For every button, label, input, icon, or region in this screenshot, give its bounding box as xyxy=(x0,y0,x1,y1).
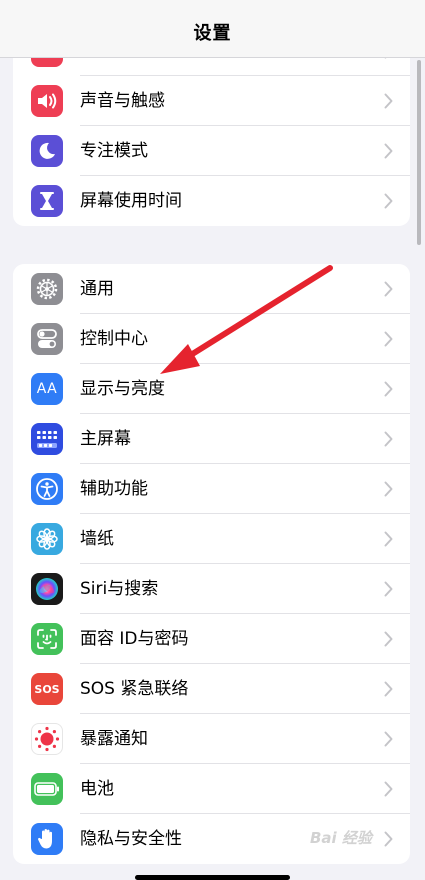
settings-row-label: 面容 ID与密码 xyxy=(80,629,189,649)
hand-icon xyxy=(31,823,63,855)
settings-row-label: 声音与触感 xyxy=(80,91,165,111)
chevron-right-icon xyxy=(384,331,393,347)
settings-row-sounds[interactable]: 声音与触感 xyxy=(13,76,410,126)
chevron-right-icon xyxy=(384,143,393,159)
settings-row-display-brightness[interactable]: AA 显示与亮度 xyxy=(13,364,410,414)
chevron-right-icon xyxy=(384,781,393,797)
chevron-right-icon xyxy=(384,681,393,697)
settings-row-accessibility[interactable]: 辅助功能 xyxy=(13,464,410,514)
text-size-icon: AA xyxy=(31,373,63,405)
settings-row-label: 通用 xyxy=(80,279,114,299)
chevron-right-icon xyxy=(384,193,393,209)
toggles-icon xyxy=(31,323,63,355)
settings-row-label: 显示与亮度 xyxy=(80,379,165,399)
settings-row-exposure-notifications[interactable]: 暴露通知 xyxy=(13,714,410,764)
exposure-icon xyxy=(31,723,63,755)
sos-icon: SOS xyxy=(31,673,63,705)
settings-row-label: 主屏幕 xyxy=(80,429,131,449)
page-title: 设置 xyxy=(193,22,232,44)
hourglass-icon xyxy=(31,185,63,217)
chevron-right-icon xyxy=(384,93,393,109)
settings-row-label: SOS 紧急联络 xyxy=(80,679,189,699)
settings-row-label: 墙纸 xyxy=(80,529,114,549)
settings-group-2: 通用 控制中心 AA 显示与亮度 主屏幕 辅助功能 墙纸 Siri与搜索 面容 … xyxy=(13,264,410,864)
settings-row-general[interactable]: 通用 xyxy=(13,264,410,314)
chevron-right-icon xyxy=(384,631,393,647)
face-id-icon xyxy=(31,623,63,655)
settings-row-label: 隐私与安全性 xyxy=(80,829,182,849)
settings-row-label: 暴露通知 xyxy=(80,729,148,749)
settings-row-label: 屏幕使用时间 xyxy=(80,191,182,211)
settings-row-label: 电池 xyxy=(80,779,114,799)
chevron-right-icon xyxy=(384,431,393,447)
chevron-right-icon xyxy=(384,831,393,847)
gear-icon xyxy=(31,273,63,305)
settings-row-label: 专注模式 xyxy=(80,141,148,161)
home-grid-icon xyxy=(31,423,63,455)
scroll-indicator[interactable] xyxy=(417,60,421,245)
settings-row-wallpaper[interactable]: 墙纸 xyxy=(13,514,410,564)
battery-icon xyxy=(31,773,63,805)
chevron-right-icon xyxy=(384,581,393,597)
settings-row-label: Siri与搜索 xyxy=(80,579,159,599)
settings-row-face-id-passcode[interactable]: 面容 ID与密码 xyxy=(13,614,410,664)
chevron-right-icon xyxy=(384,531,393,547)
chevron-right-icon xyxy=(384,381,393,397)
accessibility-icon xyxy=(31,473,63,505)
moon-icon xyxy=(31,135,63,167)
settings-row-emergency-sos[interactable]: SOS SOS 紧急联络 xyxy=(13,664,410,714)
settings-row-label: 控制中心 xyxy=(80,329,148,349)
settings-row-label: 辅助功能 xyxy=(80,479,148,499)
settings-row-siri-search[interactable]: Siri与搜索 xyxy=(13,564,410,614)
speaker-icon xyxy=(31,85,63,117)
flower-icon xyxy=(31,523,63,555)
chevron-right-icon xyxy=(384,481,393,497)
settings-row-battery[interactable]: 电池 xyxy=(13,764,410,814)
settings-row-screen-time[interactable]: 屏幕使用时间 xyxy=(13,176,410,226)
navigation-bar: 设置 xyxy=(0,0,425,58)
settings-row-control-center[interactable]: 控制中心 xyxy=(13,314,410,364)
watermark: Bai 经验 xyxy=(310,829,372,847)
settings-row-focus[interactable]: 专注模式 xyxy=(13,126,410,176)
chevron-right-icon xyxy=(384,731,393,747)
chevron-right-icon xyxy=(384,281,393,297)
siri-icon xyxy=(31,573,63,605)
settings-row-home-screen[interactable]: 主屏幕 xyxy=(13,414,410,464)
home-indicator[interactable] xyxy=(135,875,290,880)
